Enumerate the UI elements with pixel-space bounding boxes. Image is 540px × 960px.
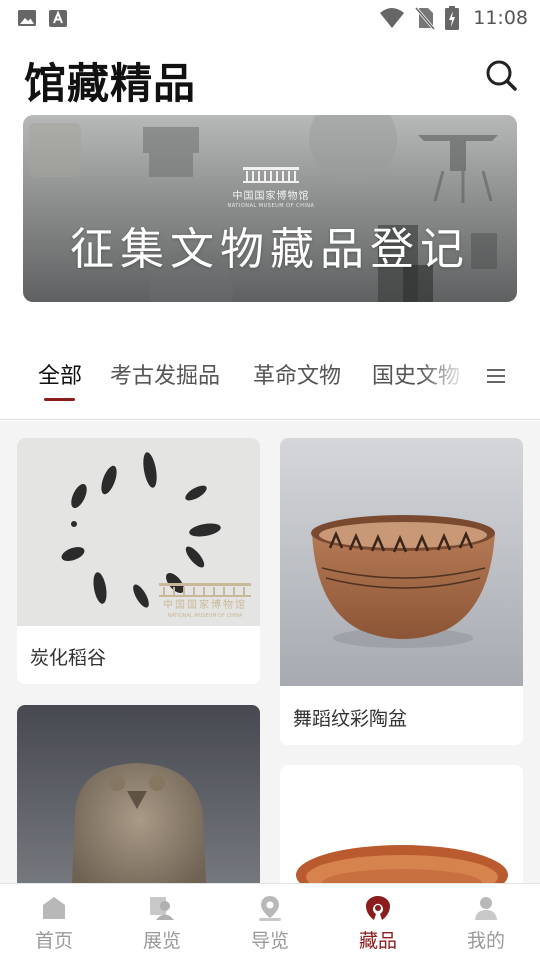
artifact-watermark-subtext: NATIONAL MUSEUM OF CHINA — [168, 613, 244, 619]
nav-label: 导览 — [250, 930, 289, 952]
tab-revolutionary-relics[interactable]: 革命文物 — [253, 358, 341, 390]
battery-charging-icon — [445, 6, 460, 30]
search-icon — [486, 60, 517, 91]
active-tab-indicator — [44, 398, 75, 401]
featured-banner[interactable]: 中国国家博物馆 NATIONAL MUSEUM OF CHINA 征集文物藏品登… — [23, 115, 517, 302]
collection-card[interactable]: 中国国家博物馆 NATIONAL MUSEUM OF CHINA 炭化稻谷 — [17, 438, 260, 684]
artifact-image-pottery-bowl — [280, 765, 523, 883]
location-pin-icon — [259, 896, 281, 921]
menu-icon — [487, 369, 505, 383]
header: 馆藏精品 — [0, 44, 540, 108]
collection-grid[interactable]: 中国国家博物馆 NATIONAL MUSEUM OF CHINA 炭化稻谷 舞蹈… — [0, 421, 540, 883]
nav-label: 首页 — [34, 930, 73, 952]
tab-all[interactable]: 全部 — [38, 358, 82, 390]
page-title: 馆藏精品 — [24, 59, 197, 108]
nav-home[interactable]: 首页 — [0, 884, 108, 960]
search-button[interactable] — [482, 56, 522, 96]
nav-label: 藏品 — [358, 930, 397, 952]
collection-card[interactable] — [17, 705, 260, 883]
status-bar: 11:08 — [0, 0, 540, 36]
wifi-icon — [380, 8, 405, 28]
tab-archaeological-finds[interactable]: 考古发掘品 — [110, 358, 220, 390]
nav-profile[interactable]: 我的 — [432, 884, 540, 960]
nav-exhibition[interactable]: 展览 — [108, 884, 216, 960]
artifact-image-painted-pottery-basin — [280, 438, 523, 686]
status-right: 11:08 — [379, 6, 528, 30]
artifact-image-owl-vessel — [17, 705, 260, 883]
status-time: 11:08 — [473, 7, 528, 29]
bottom-navigation: 首页 展览 导览 藏品 我的 — [0, 883, 540, 960]
profile-icon — [475, 897, 497, 920]
image-icon — [18, 10, 36, 26]
text-a-icon — [49, 10, 67, 27]
banner-title: 征集文物藏品登记 — [70, 224, 470, 275]
nav-label: 展览 — [142, 930, 181, 952]
category-tabs: 全部 考古发掘品 革命文物 国史文物 — [0, 344, 540, 420]
exhibition-icon — [150, 897, 174, 920]
collection-icon — [366, 896, 390, 920]
collection-card[interactable] — [280, 765, 523, 883]
home-icon — [43, 897, 65, 919]
tabs-fade — [420, 344, 480, 414]
no-sim-icon — [415, 7, 436, 30]
category-menu-button[interactable] — [484, 364, 508, 388]
museum-logo: 中国国家博物馆 NATIONAL MUSEUM OF CHINA — [223, 165, 319, 209]
artifact-image-carbonized-rice: 中国国家博物馆 NATIONAL MUSEUM OF CHINA — [17, 438, 260, 626]
nav-collection[interactable]: 藏品 — [324, 884, 432, 960]
museum-logo-text: 中国国家博物馆 — [232, 191, 310, 202]
card-title: 炭化稻谷 — [30, 647, 107, 669]
card-title: 舞蹈纹彩陶盆 — [293, 708, 408, 730]
nav-label: 我的 — [466, 930, 505, 952]
nav-guide[interactable]: 导览 — [216, 884, 324, 960]
museum-logo-subtext: NATIONAL MUSEUM OF CHINA — [227, 203, 315, 209]
status-left — [16, 7, 68, 29]
museum-building-icon — [243, 167, 299, 183]
collection-card[interactable]: 舞蹈纹彩陶盆 — [280, 438, 523, 745]
artifact-watermark-text: 中国国家博物馆 — [163, 598, 247, 611]
